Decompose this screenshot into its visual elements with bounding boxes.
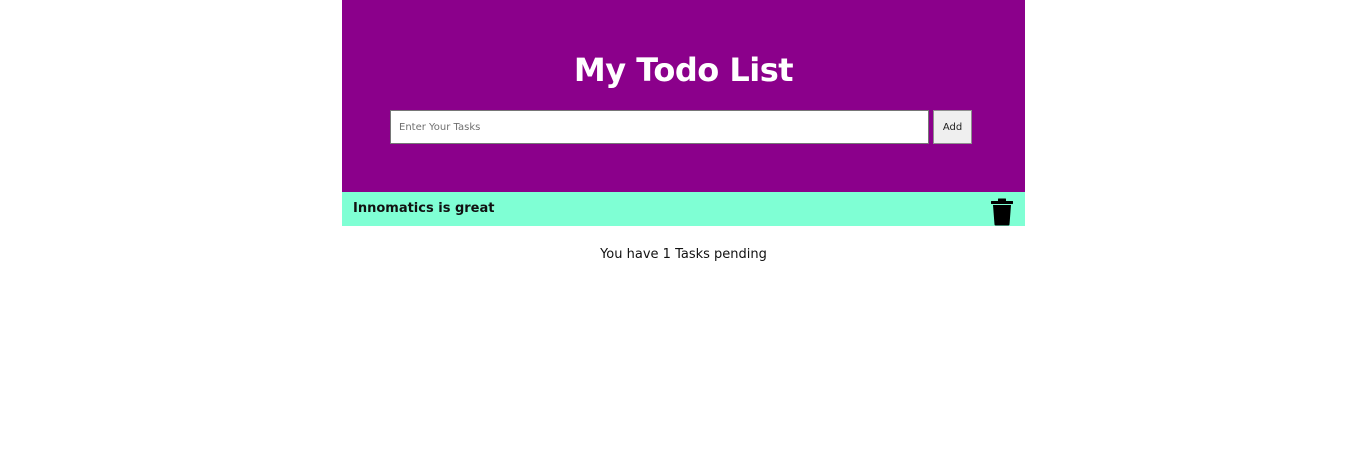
list-item: Innomatics is great <box>342 192 1025 226</box>
header: My Todo List Add <box>342 0 1025 192</box>
add-button[interactable]: Add <box>933 110 972 144</box>
task-input[interactable] <box>390 110 929 144</box>
pending-prefix: You have <box>600 247 663 262</box>
task-text: Innomatics is great <box>353 201 495 216</box>
pending-count-text: You have 1 Tasks pending <box>342 246 1025 264</box>
input-row: Add <box>390 110 974 144</box>
pending-suffix: Tasks pending <box>670 247 767 262</box>
todo-app: My Todo List Add Innomatics is great You… <box>342 0 1025 264</box>
task-list: Innomatics is great <box>342 192 1025 226</box>
pending-count: 1 <box>662 247 671 262</box>
trash-icon[interactable] <box>990 198 1014 226</box>
page-title: My Todo List <box>573 51 794 89</box>
